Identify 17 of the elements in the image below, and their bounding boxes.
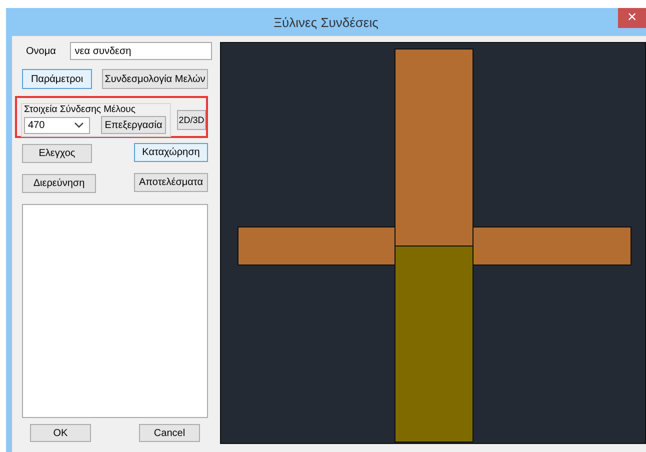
cancel-button[interactable]: Cancel [139,424,200,442]
action-button[interactable]: Καταχώρηση [134,143,208,162]
window-title: Ξύλινες Συνδέσεις [274,14,378,30]
ok-button[interactable]: OK [30,424,91,442]
action-button[interactable]: Ελεγχος [22,144,92,163]
edit-button[interactable]: Επεξεργασία [101,116,166,134]
chevron-down-icon [74,122,84,128]
close-button[interactable]: × [618,8,646,28]
toolbar-button[interactable]: Συνδεσμολογία Μελών [102,69,208,89]
name-label: Ονομα [26,46,57,56]
view-toggle-button[interactable]: 2D/3D [177,110,206,130]
action-button[interactable]: Αποτελέσματα [134,173,208,192]
member-select[interactable]: 470 [24,116,90,134]
toolbar-button[interactable]: Παράμετροι [22,69,92,89]
action-button[interactable]: Διερεύνηση [22,174,96,193]
group-title: Στοιχεία Σύνδεσης Μέλους [24,104,136,115]
name-field[interactable]: νεα συνδεση [70,42,212,60]
